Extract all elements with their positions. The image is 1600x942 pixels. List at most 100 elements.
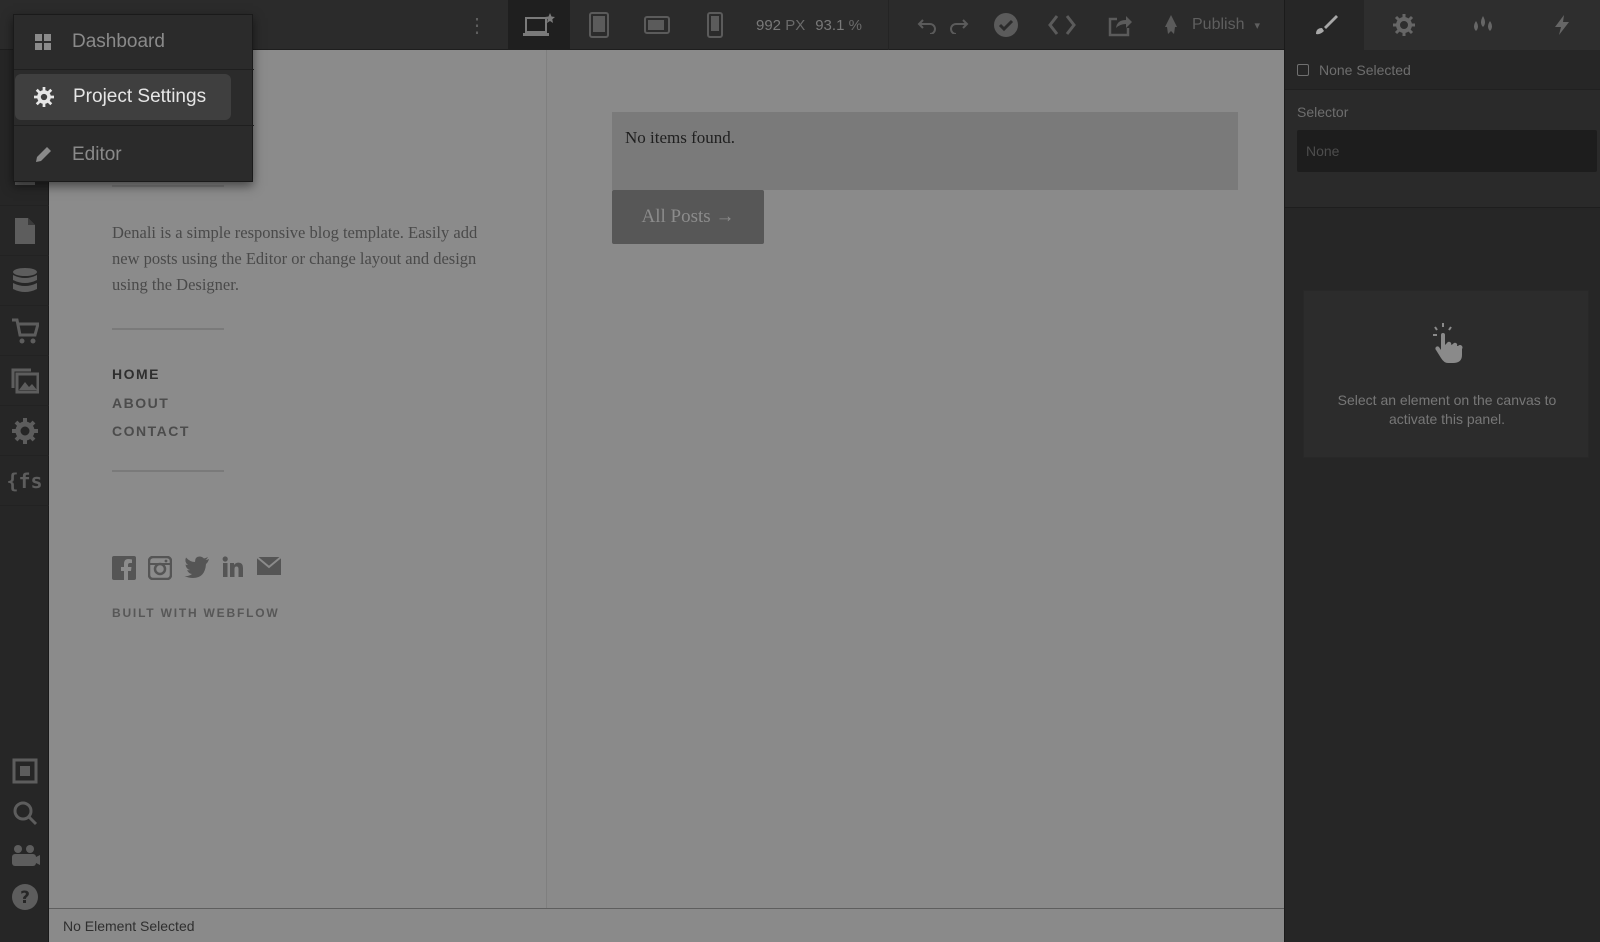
none-selected-row[interactable]: None Selected — [1285, 50, 1600, 90]
menu-divider — [14, 69, 254, 70]
assets-images-icon — [11, 368, 39, 393]
interactions-bolt-icon — [1554, 15, 1569, 35]
pencil-icon — [36, 147, 51, 162]
facebook-icon[interactable] — [112, 556, 136, 580]
share-export-icon — [1108, 16, 1132, 37]
none-selected-label: None Selected — [1319, 61, 1411, 78]
undo-button[interactable] — [912, 0, 942, 50]
menu-item-project-settings[interactable]: Project Settings — [15, 74, 231, 120]
divider — [112, 185, 224, 187]
intro-text[interactable]: Denali is a simple responsive blog templ… — [112, 220, 482, 298]
selector-input[interactable]: None — [1297, 130, 1597, 172]
collaborators-button[interactable] — [0, 834, 49, 876]
style-brush-icon — [1315, 15, 1338, 35]
pages-button[interactable] — [0, 206, 49, 256]
tab-style-manager[interactable] — [1443, 0, 1522, 50]
audit-check-button[interactable] — [986, 0, 1026, 50]
redo-icon — [950, 19, 969, 34]
desktop-star-icon — [523, 13, 555, 36]
publish-button[interactable]: Publish ▾ — [1152, 0, 1284, 50]
device-mobile-portrait-button[interactable] — [686, 0, 744, 50]
nav-link-about[interactable]: ABOUT — [112, 395, 169, 411]
left-toolbar: {fs ? — [0, 50, 49, 942]
more-options-icon[interactable]: ⋮ — [462, 0, 492, 50]
canvas-size-readout: 992 PX 93.1 % — [756, 0, 862, 50]
pointer-click-icon — [1433, 323, 1463, 363]
finsweet-extension-button[interactable]: {fs — [0, 456, 49, 506]
check-circle-icon — [994, 13, 1018, 37]
panel-tabs — [1285, 0, 1600, 50]
settings-gear-icon — [1392, 14, 1415, 36]
svg-text:?: ? — [20, 888, 30, 908]
menu-divider — [14, 125, 254, 126]
export-code-button[interactable] — [1040, 0, 1084, 50]
ecommerce-cart-icon — [11, 318, 39, 343]
pages-icon — [14, 217, 35, 244]
frame-icon — [12, 758, 37, 784]
selector-section: Selector None — [1285, 90, 1600, 208]
twitter-icon[interactable] — [184, 556, 210, 578]
style-panel: None Selected Selector None Select an el… — [1284, 0, 1600, 942]
assets-button[interactable] — [0, 356, 49, 406]
chevron-down-icon: ▾ — [1254, 19, 1261, 32]
device-tablet-button[interactable] — [570, 0, 628, 50]
empty-panel-hint: Select an element on the canvas to activ… — [1303, 290, 1589, 458]
finsweet-fs-icon: {fs — [6, 468, 43, 493]
zoom-unit: % — [848, 16, 862, 34]
ecommerce-button[interactable] — [0, 306, 49, 356]
built-with-webflow[interactable]: BUILT WITH WEBFLOW — [112, 606, 279, 620]
drops-icon — [1473, 16, 1492, 31]
divider — [112, 470, 224, 472]
email-icon[interactable] — [256, 556, 282, 576]
phone-landscape-icon — [644, 16, 670, 34]
hint-text: Select an element on the canvas to activ… — [1337, 392, 1557, 427]
tab-style[interactable] — [1285, 0, 1364, 50]
selection-checkbox[interactable] — [1297, 63, 1309, 76]
menu-item-dashboard[interactable]: Dashboard — [14, 15, 254, 69]
undo-icon — [917, 19, 936, 34]
settings-gear-icon — [11, 417, 38, 444]
tablet-icon — [589, 12, 609, 38]
code-brackets-icon — [1048, 15, 1076, 35]
share-button[interactable] — [1098, 0, 1142, 50]
toolbar-divider — [888, 0, 889, 50]
zoom-value[interactable]: 93.1 — [815, 17, 844, 34]
redo-button[interactable] — [944, 0, 974, 50]
empty-state-box[interactable]: No items found. — [612, 112, 1238, 190]
menu-item-label: Dashboard — [72, 31, 165, 52]
search-icon — [13, 801, 37, 826]
selector-label: Selector — [1297, 104, 1349, 120]
device-mobile-landscape-button[interactable] — [628, 0, 686, 50]
help-button[interactable]: ? — [0, 876, 49, 918]
help-icon: ? — [11, 884, 38, 910]
status-text: No Element Selected — [63, 917, 195, 934]
gear-icon — [34, 87, 54, 107]
search-button[interactable] — [0, 792, 49, 834]
dashboard-grid-icon — [35, 34, 51, 50]
instagram-icon[interactable] — [148, 556, 172, 580]
nav-link-contact[interactable]: CONTACT — [112, 423, 190, 439]
frame-button[interactable] — [0, 750, 49, 792]
divider — [112, 328, 224, 330]
settings-button[interactable] — [0, 406, 49, 456]
menu-item-label: Project Settings — [73, 86, 207, 107]
tab-settings[interactable] — [1364, 0, 1443, 50]
cms-button[interactable] — [0, 256, 49, 306]
width-unit: PX — [785, 16, 806, 34]
phone-portrait-icon — [707, 12, 723, 38]
linkedin-icon[interactable] — [222, 556, 244, 578]
menu-item-label: Editor — [72, 144, 122, 165]
device-desktop-button[interactable] — [508, 0, 570, 50]
users-icon — [11, 845, 40, 866]
all-posts-button[interactable]: All Posts → — [612, 190, 764, 244]
publish-label: Publish — [1192, 16, 1245, 33]
tab-interactions[interactable] — [1522, 0, 1600, 50]
rocket-icon — [1165, 15, 1177, 34]
menu-item-editor[interactable]: Editor — [14, 128, 254, 182]
nav-link-home[interactable]: HOME — [112, 366, 160, 382]
webflow-designer: ⋮ 992 PX 93.1 % Publish ▾ None Selected … — [0, 0, 1600, 942]
cms-database-icon — [12, 267, 37, 292]
width-value[interactable]: 992 — [756, 17, 781, 34]
social-links — [112, 556, 282, 580]
status-bar: No Element Selected — [49, 908, 1284, 942]
